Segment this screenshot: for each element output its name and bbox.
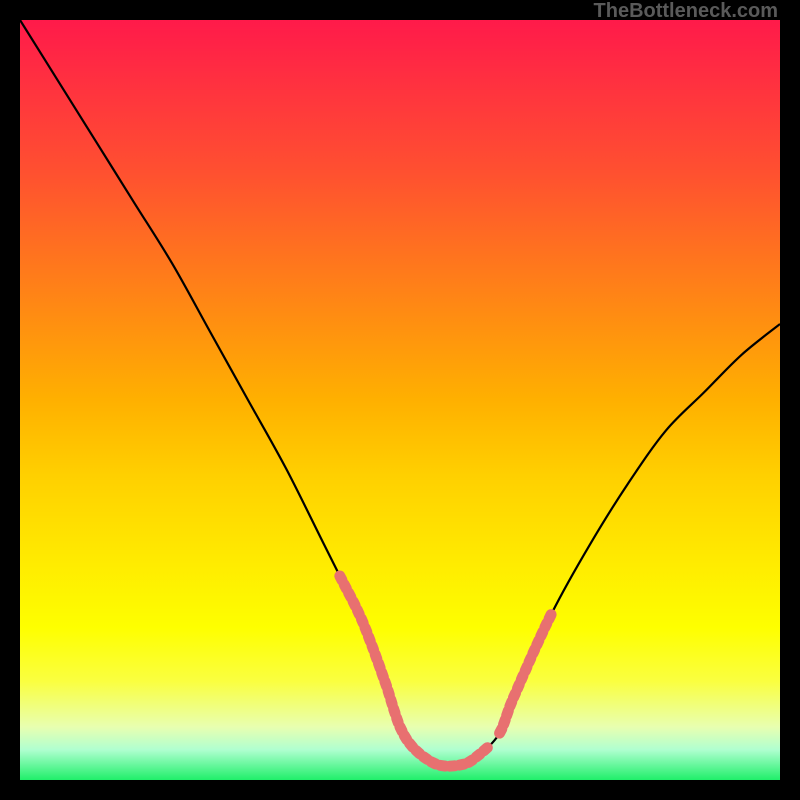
highlight-dash (521, 676, 523, 680)
highlight-dash (545, 623, 547, 627)
highlight-dash (533, 649, 535, 653)
chart-container (20, 20, 780, 780)
highlight-dash (385, 682, 387, 687)
bottleneck-curve-line (20, 20, 780, 766)
highlight-dash (484, 748, 488, 751)
highlight-dash (476, 754, 480, 757)
watermark-text: TheBottleneck.com (594, 0, 778, 23)
highlight-dash (391, 700, 392, 705)
highlight-dash (500, 729, 502, 733)
highlight-dash (537, 641, 539, 645)
highlight-dash (353, 601, 355, 605)
highlight-dash (541, 632, 543, 636)
highlight-dash (517, 684, 519, 688)
highlight-dash (459, 764, 464, 765)
highlight-dash (416, 751, 420, 754)
highlight-dashes (340, 576, 551, 766)
highlight-dash (514, 693, 516, 697)
highlight-dash (529, 658, 531, 662)
highlight-dash (400, 727, 402, 731)
highlight-dash (394, 709, 396, 714)
highlight-dash (507, 711, 509, 716)
bottleneck-curve-svg (20, 20, 780, 780)
highlight-dash (423, 757, 427, 760)
highlight-dash (431, 762, 435, 764)
highlight-dash (379, 663, 381, 668)
highlight-dash (365, 628, 367, 632)
highlight-dash (469, 760, 473, 763)
highlight-dash (549, 615, 551, 619)
highlight-dash (375, 654, 377, 659)
highlight-dash (340, 576, 342, 580)
highlight-dash (388, 691, 389, 696)
highlight-dash (361, 619, 363, 623)
highlight-dash (440, 765, 445, 766)
highlight-dash (410, 743, 413, 747)
